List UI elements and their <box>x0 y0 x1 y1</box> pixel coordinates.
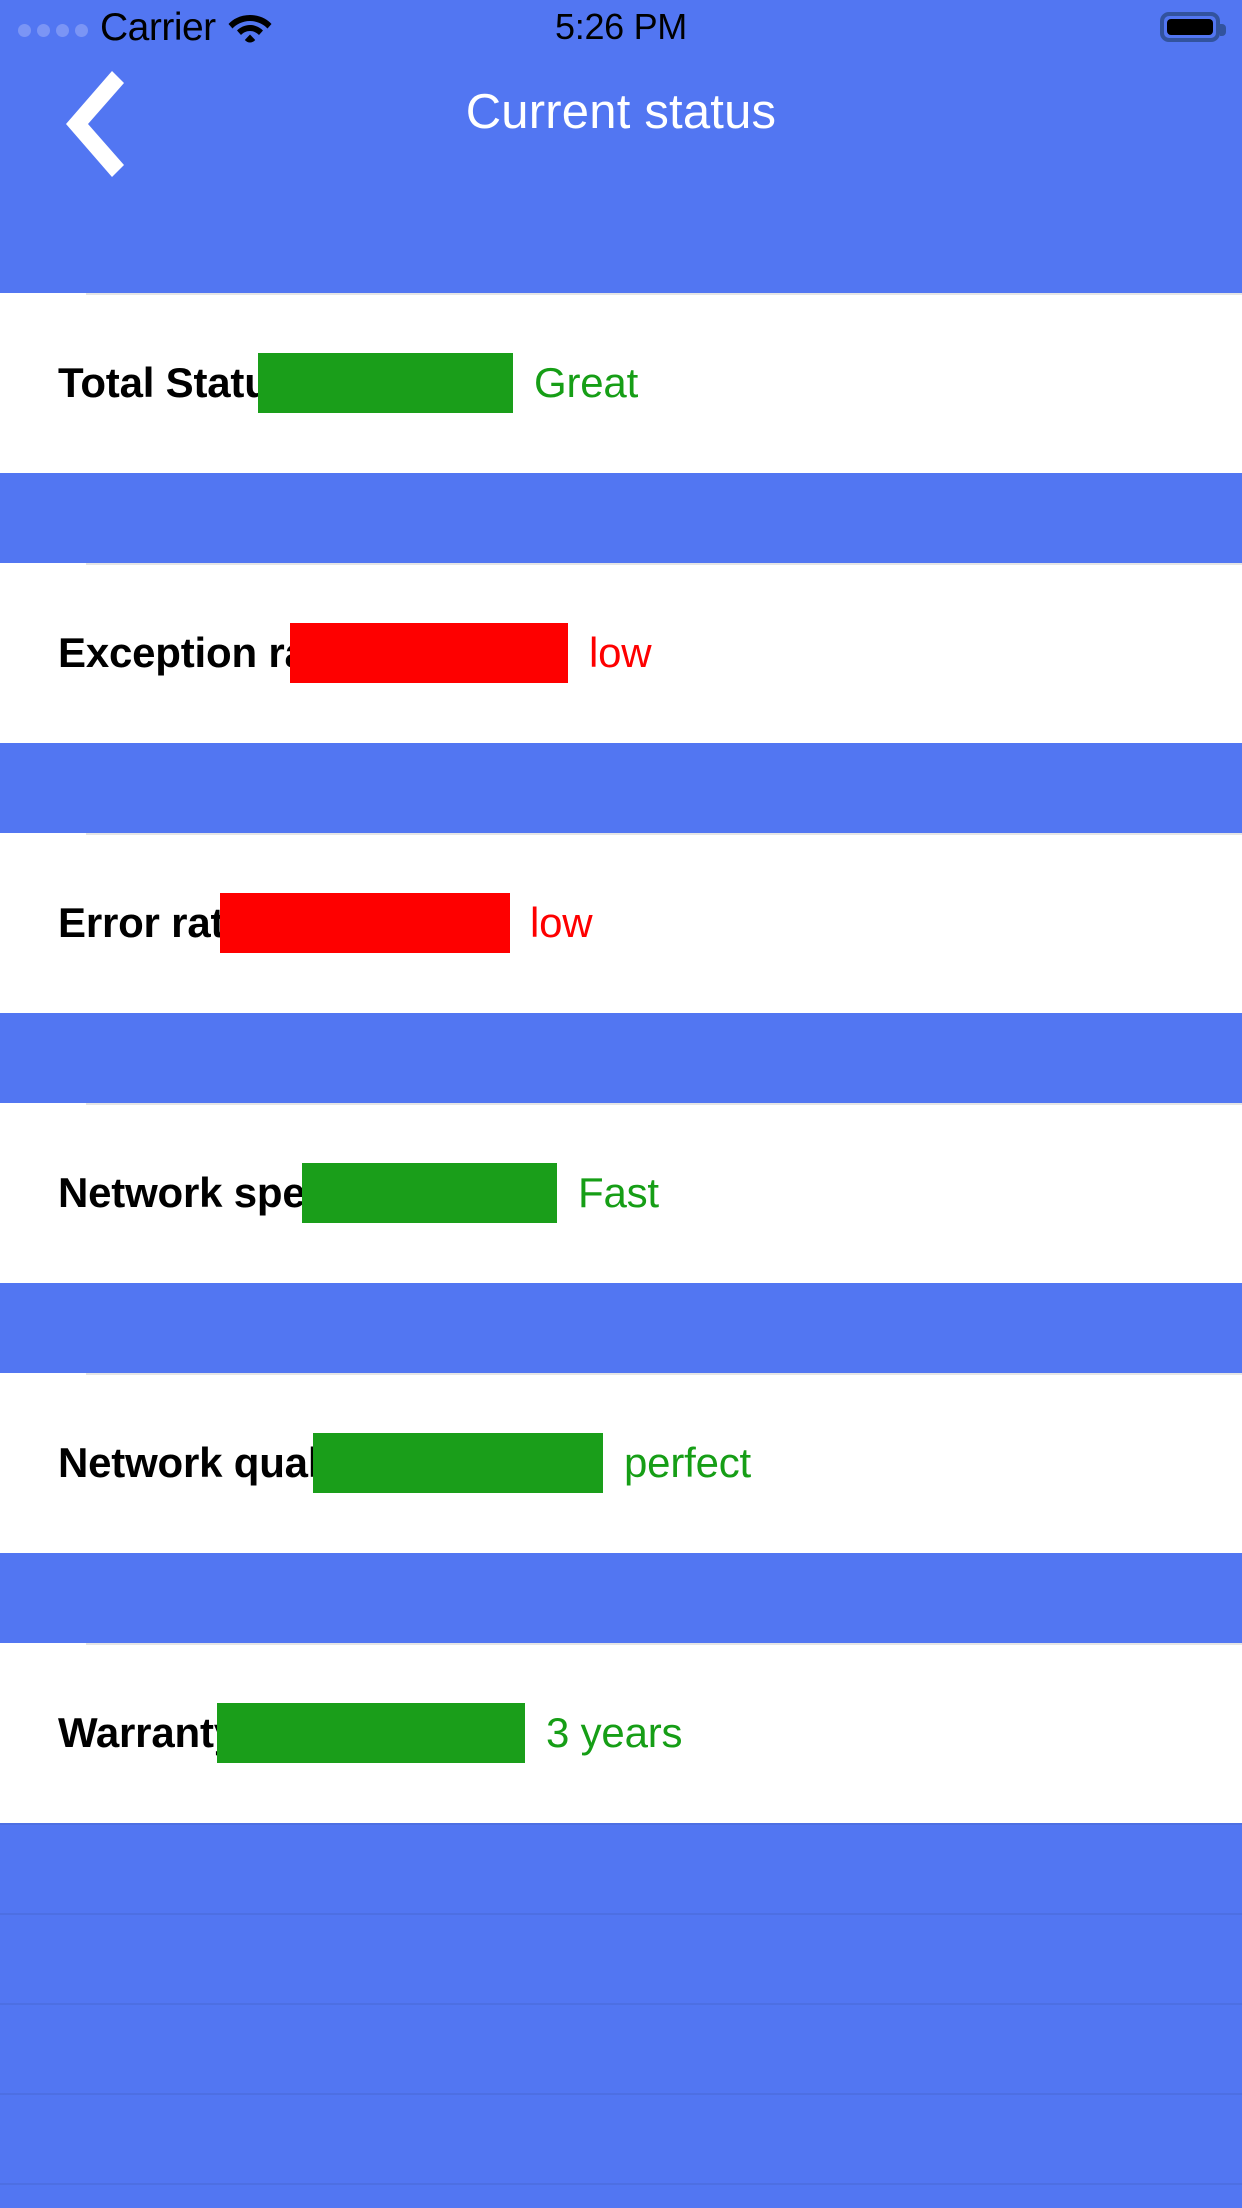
row-divider <box>0 2093 1242 2095</box>
status-bar-right <box>1160 0 1226 54</box>
table-row[interactable]: Total Status Great <box>0 293 1242 473</box>
row-value: Fast <box>578 1169 659 1216</box>
status-bar: Carrier 5:26 PM <box>0 0 1242 54</box>
row-divider <box>86 293 1242 295</box>
table-row[interactable]: Warranty 3 years <box>0 1643 1242 1823</box>
row-separator <box>0 1013 1242 1103</box>
table-row[interactable]: Exception rate low <box>0 563 1242 743</box>
row-bar <box>302 1163 557 1223</box>
row-divider <box>0 2183 1242 2185</box>
table-row[interactable]: Error rate low <box>0 833 1242 1013</box>
row-value: 3 years <box>546 1709 683 1756</box>
table-row[interactable]: Network quality perfect <box>0 1373 1242 1553</box>
row-separator <box>0 473 1242 563</box>
row-divider <box>86 1643 1242 1645</box>
row-value: Great <box>534 359 639 406</box>
status-bar-time: 5:26 PM <box>555 6 687 47</box>
row-bar <box>220 893 510 953</box>
row-divider <box>86 1373 1242 1375</box>
battery-full-icon <box>1160 12 1226 42</box>
row-label: Error rate <box>58 899 248 946</box>
row-bar <box>258 353 513 413</box>
row-separator <box>0 743 1242 833</box>
table-row[interactable]: Network speed Fast <box>0 1103 1242 1283</box>
row-divider <box>0 1913 1242 1915</box>
row-separator <box>0 1553 1242 1643</box>
list-empty-area <box>0 1823 1242 2208</box>
row-value: perfect <box>624 1439 751 1486</box>
row-divider <box>0 2003 1242 2005</box>
row-divider <box>86 833 1242 835</box>
app-screen: Carrier 5:26 PM Current status Total Sta… <box>0 0 1242 2208</box>
row-value: low <box>530 899 593 946</box>
row-divider <box>86 1103 1242 1105</box>
row-bar <box>217 1703 525 1763</box>
page-title: Current status <box>465 85 777 139</box>
row-bar <box>313 1433 603 1493</box>
row-value: low <box>589 629 652 676</box>
row-bar <box>290 623 568 683</box>
row-divider <box>0 1823 1242 1825</box>
nav-bar: Current status <box>0 54 1242 284</box>
row-label: Warranty <box>58 1709 237 1756</box>
status-list: Total Status Great Exception rate low Er… <box>0 284 1242 2208</box>
row-separator <box>0 1283 1242 1373</box>
row-divider <box>86 563 1242 565</box>
